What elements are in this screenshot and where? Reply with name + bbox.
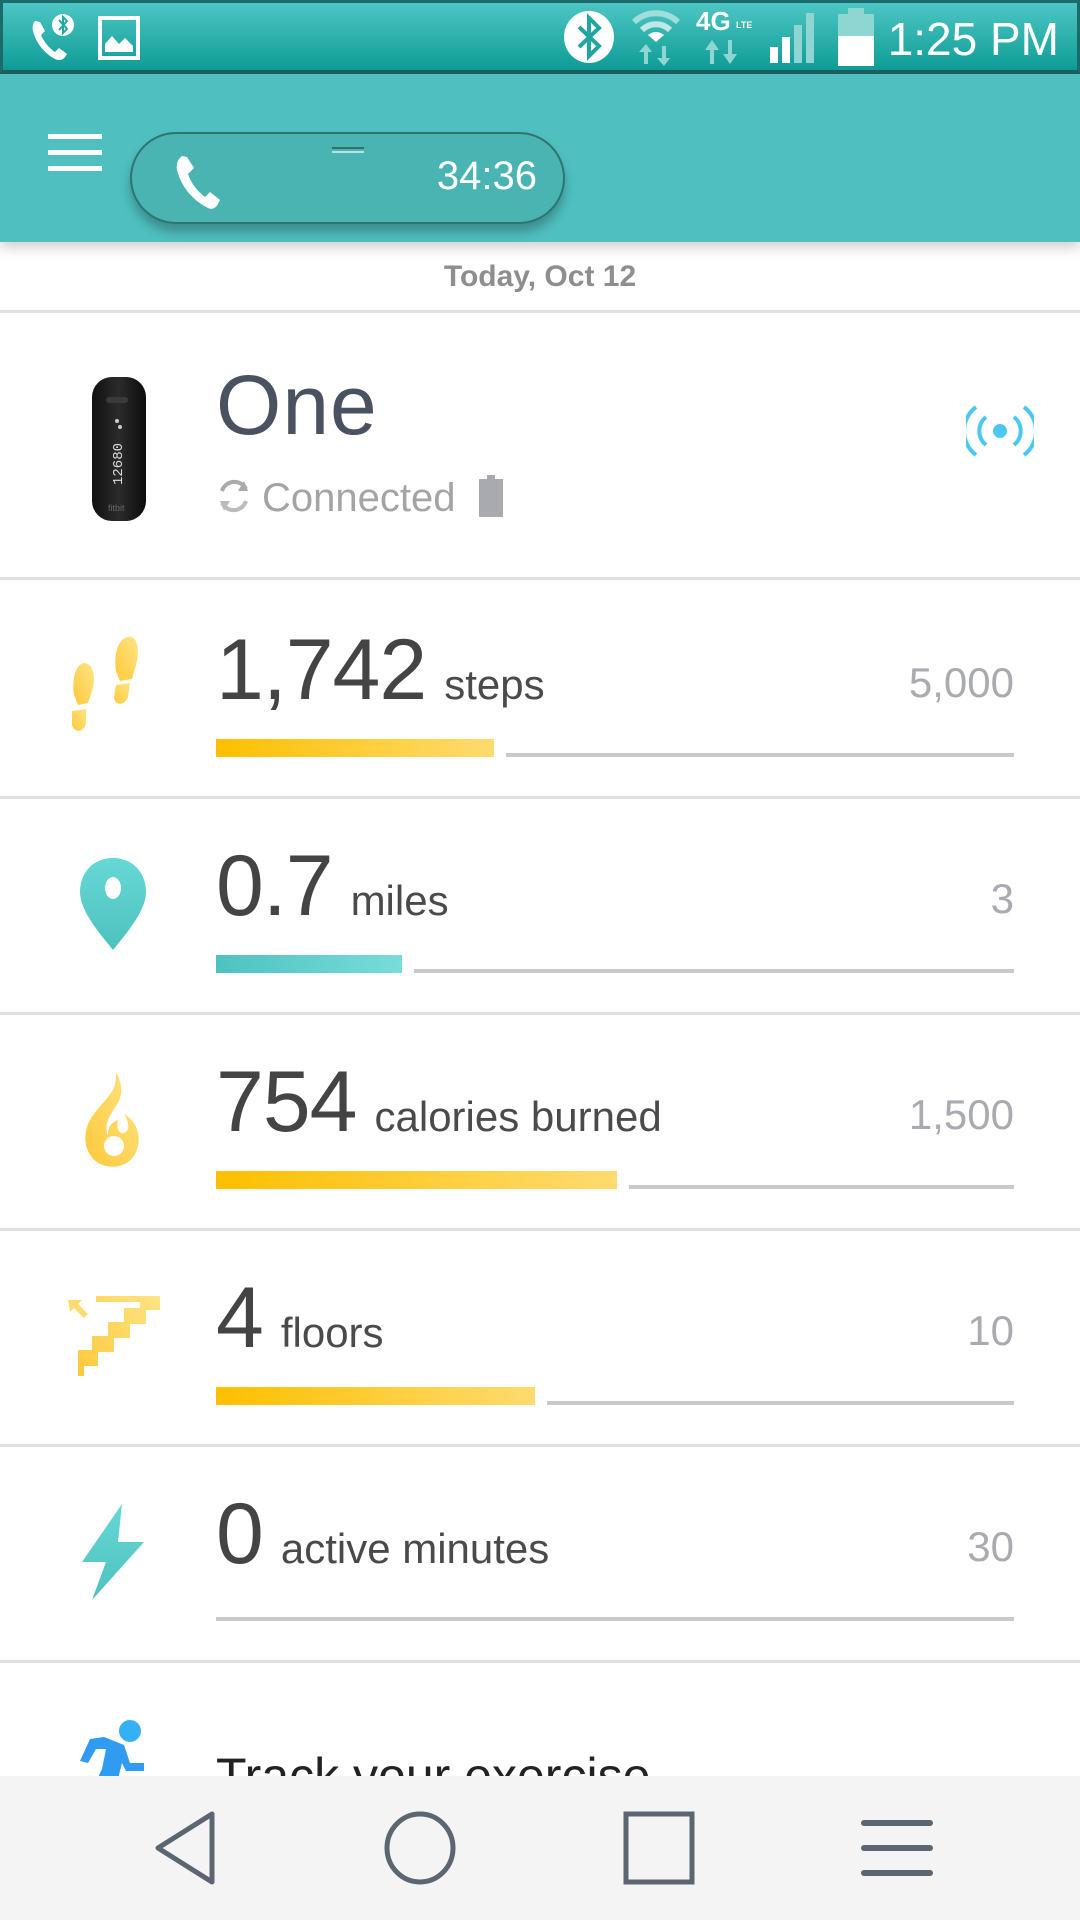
recents-icon <box>622 1810 696 1891</box>
phone-icon <box>174 154 226 215</box>
stat-row-calories[interactable]: 754 calories burned 1,500 <box>0 1015 1080 1231</box>
progress-fill <box>216 1171 617 1189</box>
progress-bar <box>216 1171 1014 1189</box>
running-person-icon <box>78 1719 154 1776</box>
progress-remaining <box>506 753 1014 757</box>
stat-unit: steps <box>444 661 545 708</box>
stat-goal: 1,500 <box>908 1091 1014 1138</box>
progress-fill <box>216 1387 535 1405</box>
stat-value: 0.7 <box>216 838 334 934</box>
hamburger-icon[interactable] <box>48 134 102 178</box>
back-icon <box>152 1810 218 1891</box>
track-exercise-label: Track your exercise <box>216 1748 651 1776</box>
stairs-icon <box>66 1281 160 1391</box>
home-icon <box>382 1810 458 1891</box>
stat-value: 754 <box>216 1054 357 1150</box>
stat-unit: active minutes <box>280 1525 550 1572</box>
progress-remaining <box>216 1617 1014 1621</box>
date-label: Today, Oct 12 <box>443 260 637 293</box>
device-status: Connected <box>216 475 504 522</box>
bluetooth-call-icon <box>29 13 75 68</box>
status-time: 1:25 PM <box>887 13 1059 65</box>
app-bar: 34:36 <box>0 74 1080 242</box>
stat-row-floors[interactable]: 4 floors 10 <box>0 1231 1080 1447</box>
recents-button[interactable] <box>614 1810 704 1890</box>
footprints-icon <box>66 633 160 743</box>
device-row[interactable]: 12680 fitbit One Connected <box>0 313 1080 580</box>
wifi-icon <box>630 8 682 71</box>
system-nav-bar <box>0 1776 1080 1920</box>
ongoing-call-pill[interactable]: 34:36 <box>130 132 565 224</box>
connection-status: Connected <box>262 476 456 520</box>
device-name: One <box>216 358 378 452</box>
back-button[interactable] <box>140 1810 230 1890</box>
stat-row-active-minutes[interactable]: 0 active minutes 30 <box>0 1447 1080 1663</box>
svg-text:fitbit: fitbit <box>108 503 125 513</box>
stat-unit: floors <box>280 1309 384 1356</box>
stat-row-steps[interactable]: 1,742 steps 5,000 <box>0 583 1080 799</box>
menu-icon <box>859 1816 935 1885</box>
stat-goal: 30 <box>967 1523 1014 1570</box>
flame-icon <box>66 1065 160 1175</box>
4g-lte-icon: 4G LTE <box>696 6 754 71</box>
fitbit-tracker-image: 12680 fitbit <box>90 375 148 528</box>
stat-goal: 5,000 <box>908 659 1014 706</box>
stat-unit: miles <box>350 877 449 924</box>
svg-text:4G: 4G <box>696 8 731 36</box>
progress-fill <box>216 955 402 973</box>
progress-bar <box>216 955 1014 973</box>
broadcast-signal-icon[interactable] <box>962 405 1038 462</box>
lightning-icon <box>66 1497 160 1607</box>
location-pin-icon <box>66 849 160 959</box>
cell-signal-icon <box>768 9 824 70</box>
svg-text:LTE: LTE <box>736 20 752 30</box>
image-notification-icon <box>97 14 141 67</box>
bluetooth-icon <box>562 10 616 69</box>
status-bar: 4G LTE 1:25 PM <box>0 0 1080 74</box>
device-battery-icon <box>479 475 504 522</box>
stat-goal: 3 <box>990 875 1014 922</box>
progress-bar <box>216 1387 1014 1405</box>
sync-icon <box>216 477 252 520</box>
stat-row-distance[interactable]: 0.7 miles 3 <box>0 799 1080 1015</box>
home-button[interactable] <box>375 1810 465 1890</box>
progress-remaining <box>547 1401 1014 1405</box>
svg-text:12680: 12680 <box>111 443 127 485</box>
progress-bar <box>216 1603 1014 1621</box>
track-exercise-row[interactable]: Track your exercise <box>0 1663 1080 1776</box>
screen: 4G LTE 1:25 PM 34:36 Today, Oct 12 12680… <box>0 0 1080 1920</box>
stat-goal: 10 <box>967 1307 1014 1354</box>
stat-value: 1,742 <box>216 622 427 718</box>
progress-bar <box>216 739 1014 757</box>
date-header: Today, Oct 12 <box>0 242 1080 313</box>
progress-fill <box>216 739 494 757</box>
battery-icon <box>837 7 874 71</box>
stat-value: 4 <box>216 1270 264 1366</box>
drag-handle[interactable] <box>332 147 364 153</box>
stat-unit: calories burned <box>374 1093 662 1140</box>
menu-button[interactable] <box>852 1810 942 1890</box>
stat-value: 0 <box>216 1486 264 1582</box>
progress-remaining <box>414 969 1014 973</box>
progress-remaining <box>629 1185 1014 1189</box>
call-duration: 34:36 <box>436 154 537 198</box>
